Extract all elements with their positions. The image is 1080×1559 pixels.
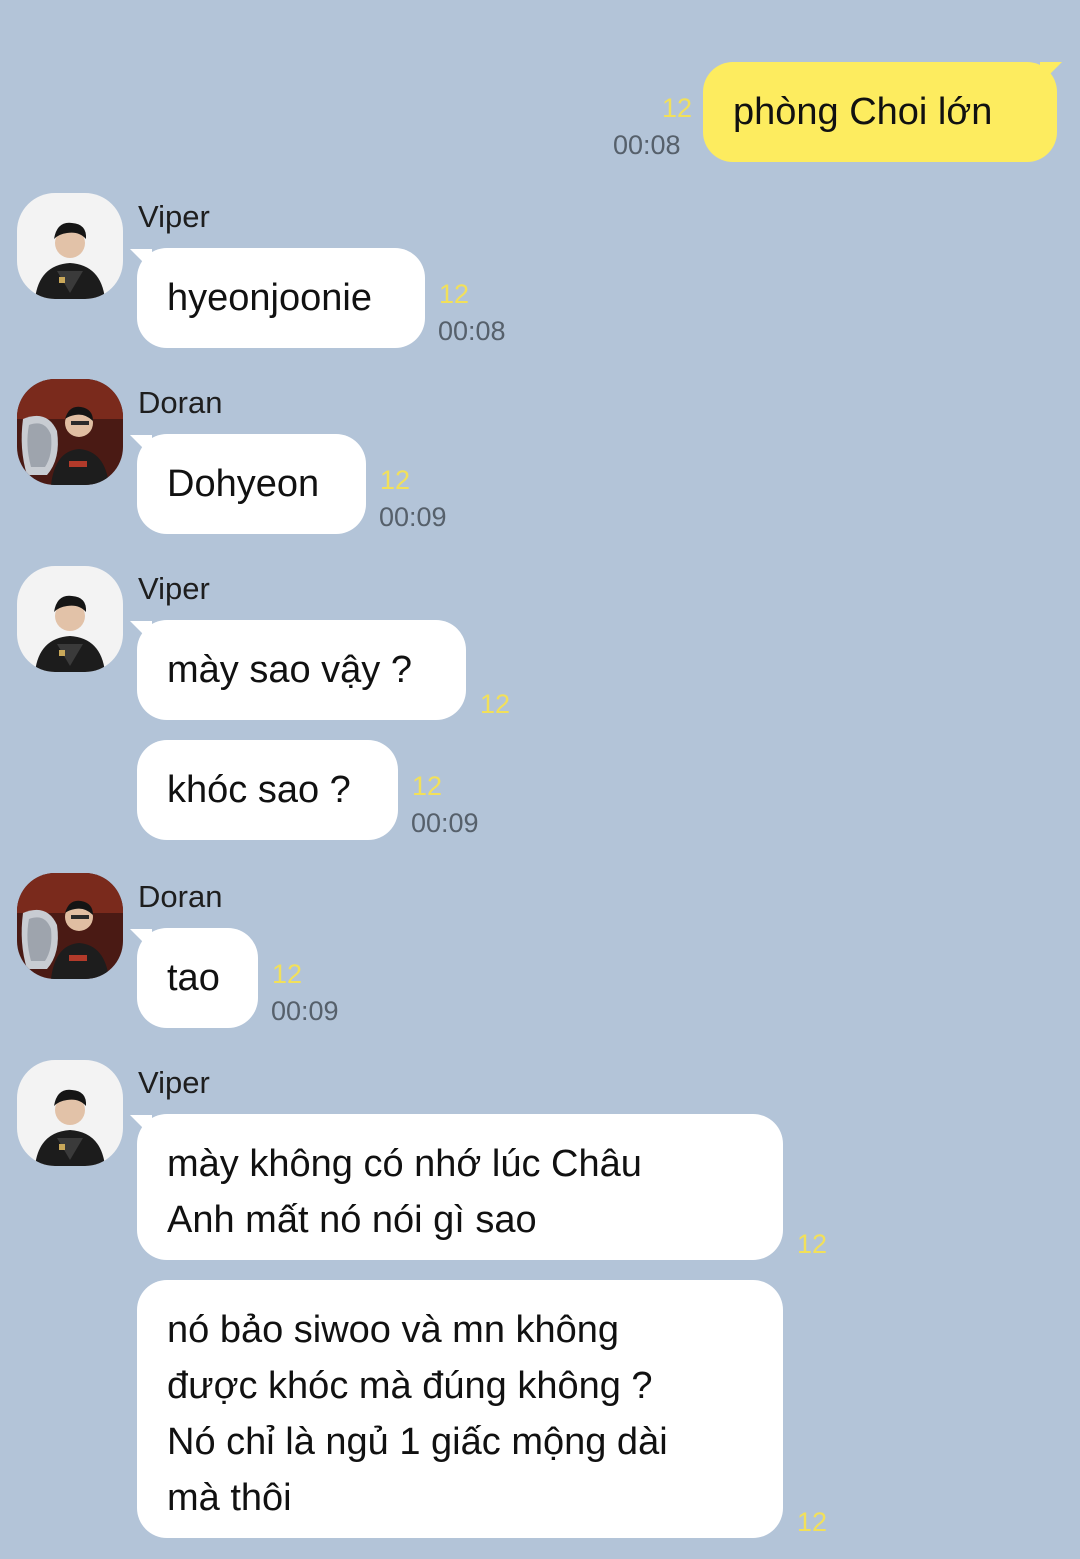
bubble-tail bbox=[1040, 62, 1062, 84]
incoming-message-bubble[interactable]: hyeonjoonie bbox=[137, 248, 425, 348]
timestamp: 00:08 bbox=[438, 316, 506, 346]
timestamp: 00:09 bbox=[271, 996, 339, 1026]
sender-name: Doran bbox=[138, 385, 223, 420]
sender-name: Viper bbox=[138, 1065, 210, 1100]
timestamp: 00:08 bbox=[613, 130, 681, 160]
viper-avatar-image bbox=[17, 193, 123, 299]
read-count: 12 bbox=[797, 1229, 828, 1259]
incoming-message-bubble[interactable]: mày sao vậy ? bbox=[137, 620, 466, 720]
sender-name: Viper bbox=[138, 199, 210, 234]
doran-avatar-image bbox=[17, 379, 123, 485]
read-count: 12 bbox=[380, 465, 411, 495]
viper-avatar-image bbox=[17, 1060, 123, 1166]
incoming-message-bubble[interactable]: khóc sao ? bbox=[137, 740, 398, 840]
incoming-message-bubble[interactable]: nó bảo siwoo và mn không được khóc mà đú… bbox=[137, 1280, 783, 1538]
doran-avatar[interactable] bbox=[17, 873, 123, 979]
viper-avatar[interactable] bbox=[17, 193, 123, 299]
read-count: 12 bbox=[412, 771, 443, 801]
viper-avatar-image bbox=[17, 566, 123, 672]
outgoing-message-bubble[interactable]: phòng Choi lớn bbox=[703, 62, 1057, 162]
sender-name: Viper bbox=[138, 571, 210, 606]
read-count: 12 bbox=[272, 959, 303, 989]
read-count: 12 bbox=[797, 1507, 828, 1537]
timestamp: 00:09 bbox=[379, 502, 447, 532]
doran-avatar-image bbox=[17, 873, 123, 979]
sender-name: Doran bbox=[138, 879, 223, 914]
read-count: 12 bbox=[662, 93, 693, 123]
read-count: 12 bbox=[439, 279, 470, 309]
read-count: 12 bbox=[480, 689, 511, 719]
doran-avatar[interactable] bbox=[17, 379, 123, 485]
timestamp: 00:09 bbox=[411, 808, 479, 838]
incoming-message-bubble[interactable]: mày không có nhớ lúc Châu Anh mất nó nói… bbox=[137, 1114, 783, 1260]
chat-message-list[interactable]: 12 00:08 phòng Choi lớn Viper hyeonjooni… bbox=[0, 0, 1080, 1559]
incoming-message-bubble[interactable]: Dohyeon bbox=[137, 434, 366, 534]
viper-avatar[interactable] bbox=[17, 1060, 123, 1166]
viper-avatar[interactable] bbox=[17, 566, 123, 672]
incoming-message-bubble[interactable]: tao bbox=[137, 928, 258, 1028]
